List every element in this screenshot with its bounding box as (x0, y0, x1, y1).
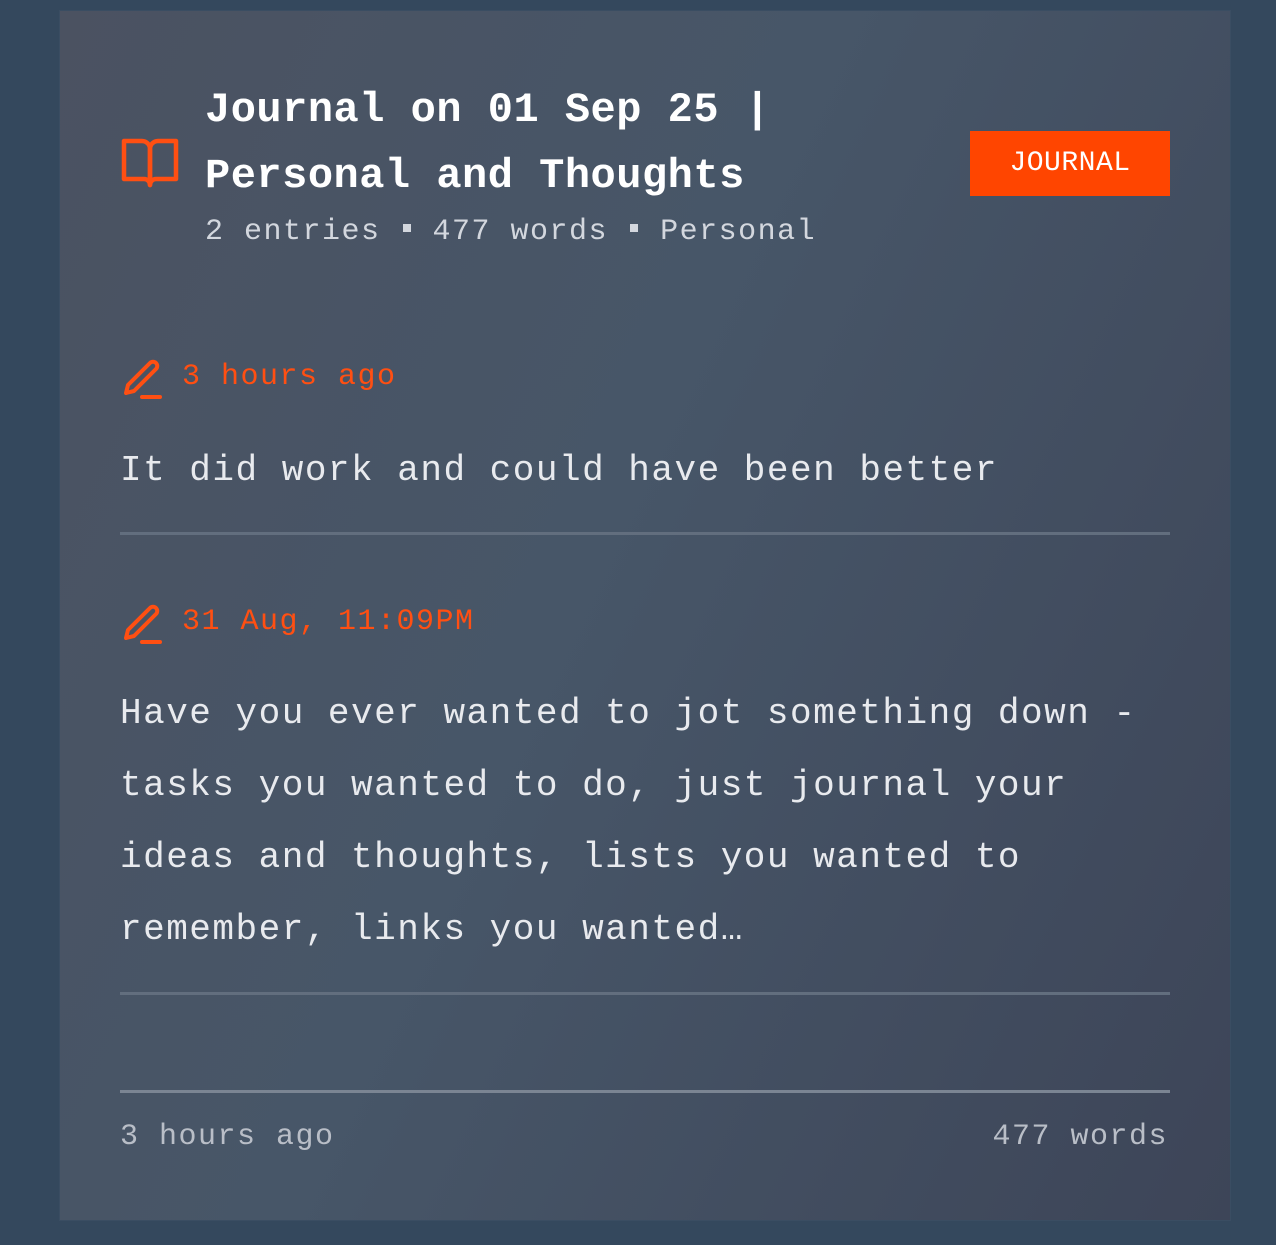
entry-text: It did work and could have been better (120, 450, 998, 491)
footer-divider (120, 1090, 1170, 1093)
category-label: Personal (660, 215, 817, 249)
entry-timestamp: 31 Aug, 11:09PM (182, 605, 475, 639)
pencil-icon (120, 355, 166, 401)
journal-card[interactable]: Journal on 01 Sep 25 | Personal and Thou… (60, 11, 1230, 1220)
journal-badge: JOURNAL (970, 131, 1170, 196)
journal-entry[interactable]: 31 Aug, 11:09PM Have you ever wanted to … (120, 594, 1170, 995)
divider (120, 532, 1170, 535)
pencil-icon (120, 600, 166, 646)
footer-word-count: 477 words (992, 1120, 1168, 1154)
separator-dot (630, 224, 639, 233)
entry-header: 31 Aug, 11:09PM (120, 594, 1170, 644)
entry-header: 3 hours ago (120, 349, 1170, 399)
book-open-icon (120, 135, 180, 191)
word-count: 477 words (432, 215, 609, 249)
divider (120, 992, 1170, 995)
footer-updated-time: 3 hours ago (120, 1120, 335, 1154)
journal-card-header: Journal on 01 Sep 25 | Personal and Thou… (60, 11, 1230, 291)
journal-entry[interactable]: 3 hours ago It did work and could have b… (120, 349, 1170, 535)
entry-timestamp: 3 hours ago (182, 360, 397, 394)
separator-dot (402, 224, 411, 233)
page-title: Journal on 01 Sep 25 | Personal and Thou… (205, 86, 771, 200)
entry-count: 2 entries (205, 215, 381, 249)
journal-meta: 2 entries 477 words Personal (205, 212, 816, 252)
entry-text: Have you ever wanted to jot something do… (120, 693, 1137, 950)
